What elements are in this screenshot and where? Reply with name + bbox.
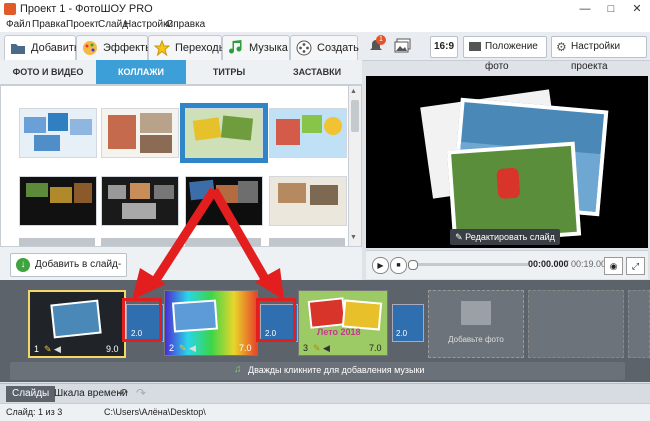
status-slide-count: Слайд: 1 из 3 (6, 407, 63, 417)
redo-icon[interactable]: ↷ (136, 386, 146, 400)
music-track[interactable]: ♫ Дважды кликните для добавления музыки (10, 362, 625, 380)
status-bar: Слайд: 1 из 3 C:\Users\Алёна\Desktop\ (0, 403, 650, 421)
red-arrow-right (210, 187, 284, 300)
undo-icon[interactable]: ↶ (118, 386, 128, 400)
annotation-arrows (132, 187, 284, 300)
music-hint: Дважды кликните для добавления музыки (248, 365, 425, 375)
red-arrow-left (132, 187, 218, 300)
status-path: C:\Users\Алёна\Desktop\ (104, 407, 206, 417)
tab-slides[interactable]: Слайды (6, 386, 56, 402)
music-add-icon: ♫ (234, 364, 242, 375)
bottom-tabs: Слайды Шкала времени ↶ ↷ (0, 383, 650, 404)
